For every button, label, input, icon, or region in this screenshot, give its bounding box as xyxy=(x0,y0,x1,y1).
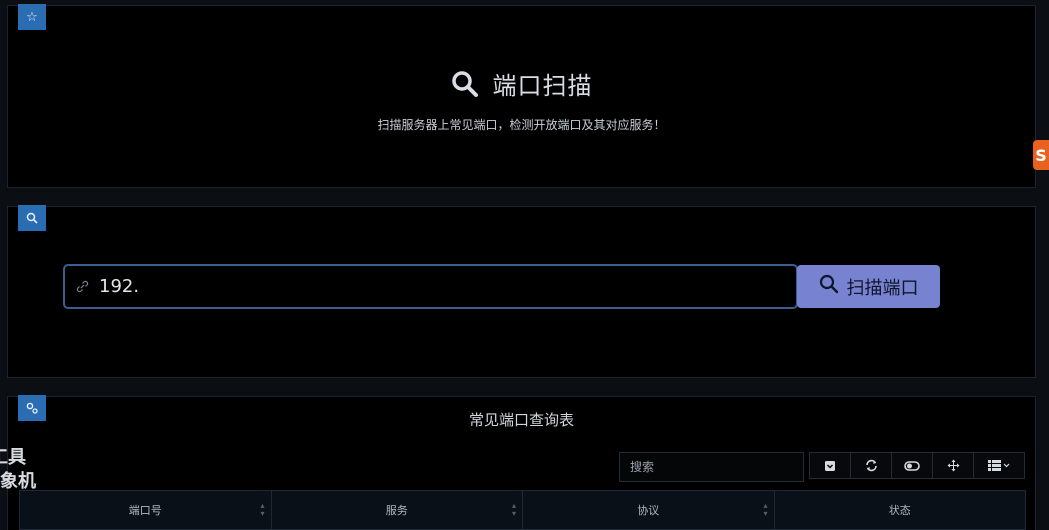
column-header-status[interactable]: 状态 xyxy=(775,491,1026,529)
column-header-port[interactable]: 端口号 ▴ ▾ xyxy=(20,491,272,529)
table-search-input[interactable] xyxy=(619,452,804,482)
scan-ports-button-label: 扫描端口 xyxy=(846,277,919,299)
link-icon xyxy=(65,280,99,293)
table-title: 常见端口查询表 xyxy=(468,411,574,429)
table-header: 端口号 ▴ ▾ 服务 ▴ ▾ 协议 ▴ ▾ 状态 xyxy=(19,490,1026,530)
side-overlay-text: 工具 象机 xyxy=(0,447,36,492)
header-panel: ☆ 端口扫描 扫描服务器上常见端口，检测开放端口及其对应服务！ xyxy=(7,4,1036,188)
scan-panel: 扫描端口 xyxy=(7,205,1036,378)
column-header-service[interactable]: 服务 ▴ ▾ xyxy=(272,491,523,529)
search-icon[interactable] xyxy=(18,205,46,231)
search-icon xyxy=(451,70,479,98)
refresh-icon[interactable] xyxy=(851,453,892,478)
columns-list-icon[interactable] xyxy=(974,453,1024,478)
scan-ports-button[interactable]: 扫描端口 xyxy=(797,265,940,308)
sort-icon: ▴ ▾ xyxy=(260,501,265,518)
page-title-row: 端口扫描 xyxy=(8,66,1035,101)
toggle-icon[interactable] xyxy=(892,453,933,478)
move-icon[interactable] xyxy=(933,453,974,478)
port-table-panel: 常见端口查询表 端口号 ▴▾ 服务 ▴▾ 协议 ▴▾ xyxy=(7,395,1036,530)
star-icon[interactable]: ☆ xyxy=(18,4,46,30)
ip-input-wrapper xyxy=(63,264,798,309)
sort-icon: ▴ ▾ xyxy=(763,501,768,518)
page-title: 端口扫描 xyxy=(492,72,593,100)
edge-badge[interactable]: S xyxy=(1033,140,1049,170)
column-header-protocol[interactable]: 协议 ▴ ▾ xyxy=(523,491,775,529)
search-icon xyxy=(819,274,839,299)
sort-icon: ▴ ▾ xyxy=(511,501,516,518)
ip-input[interactable] xyxy=(99,276,796,297)
inbox-icon[interactable] xyxy=(810,453,851,478)
page-subtitle: 扫描服务器上常见端口，检测开放端口及其对应服务！ xyxy=(377,118,666,132)
table-toolbar xyxy=(809,452,1025,479)
